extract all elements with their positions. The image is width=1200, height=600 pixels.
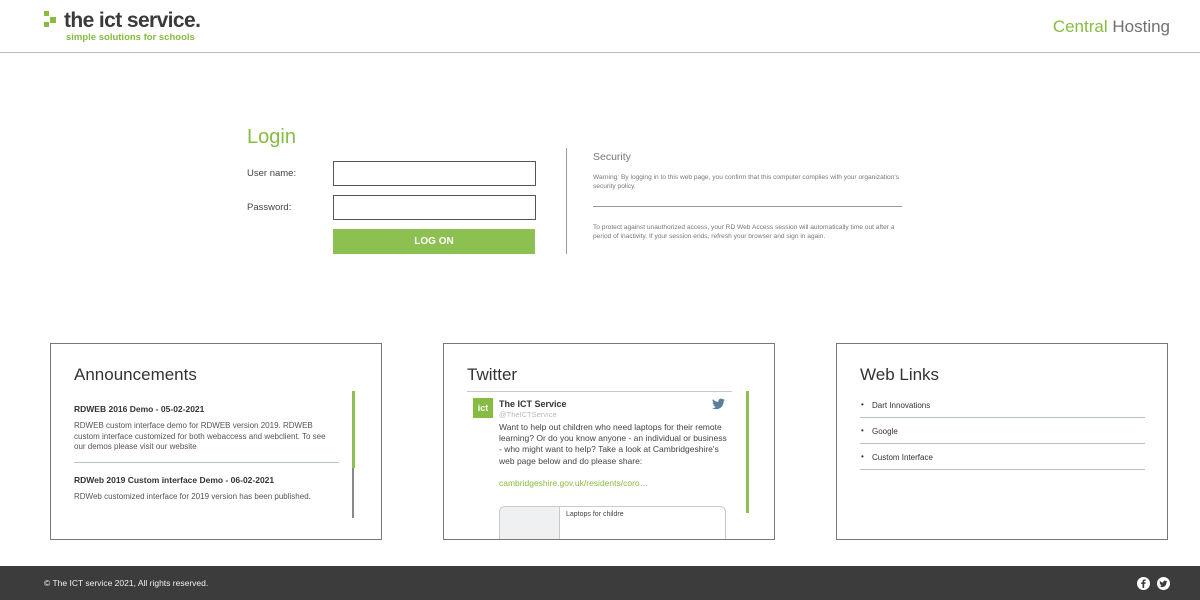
weblink-custom-interface[interactable]: • Custom Interface [860, 444, 1145, 470]
bullet-icon: • [861, 400, 864, 409]
password-input[interactable] [333, 195, 536, 220]
announcements-scrollbar-track[interactable] [352, 468, 354, 518]
site-footer: © The ICT service 2021, All rights reser… [0, 566, 1200, 600]
card-thumbnail [500, 507, 560, 539]
security-divider [593, 206, 902, 207]
announcement-separator [74, 462, 339, 463]
announcements-scrollbar-thumb[interactable] [352, 391, 355, 468]
twitter-panel: Twitter ict The ICT Service @TheICTServi… [443, 343, 775, 540]
facebook-icon[interactable] [1137, 577, 1150, 590]
weblinks-panel: Web Links • Dart Innovations • Google • … [836, 343, 1168, 540]
announcement-heading: RDWEB 2016 Demo - 05-02-2021 [74, 404, 205, 414]
bullet-icon: • [861, 426, 864, 435]
card-title: Laptops for childre [566, 511, 624, 518]
password-label: Password: [247, 202, 292, 213]
footer-copyright: © The ICT service 2021, All rights reser… [44, 578, 209, 588]
username-label: User name: [247, 168, 297, 179]
session-timeout-text: To protect against unauthorized access, … [593, 224, 895, 240]
announcements-title: Announcements [74, 365, 197, 384]
announcement-heading: RDWeb 2019 Custom interface Demo - 06-02… [74, 475, 275, 485]
login-title: Login [247, 126, 296, 148]
twitter-feed-top-border [467, 391, 732, 392]
twitter-scrollbar-thumb[interactable] [746, 391, 749, 513]
announcement-body: RDWEB custom interface demo for RDWEB ve… [74, 421, 326, 451]
tweet-text: Want to help out children who need lapto… [499, 422, 727, 466]
tweet-link[interactable]: cambridgeshire.gov.uk/residents/coro… [499, 478, 648, 488]
announcement-body: RDWeb customized interface for 2019 vers… [74, 492, 311, 501]
logo-squares-icon [44, 11, 62, 29]
weblink-label: Dart Innovations [872, 401, 931, 410]
weblinks-title: Web Links [860, 365, 940, 384]
ict-avatar[interactable]: ict [473, 398, 493, 418]
tweet-account-name[interactable]: The ICT Service [499, 399, 567, 409]
logo-text: the ict service. [64, 9, 201, 32]
twitter-icon[interactable] [1157, 577, 1170, 590]
central-hosting-brand: Central Hosting [1053, 17, 1170, 37]
announcements-panel: Announcements RDWEB 2016 Demo - 05-02-20… [50, 343, 382, 540]
weblink-label: Custom Interface [872, 453, 933, 462]
username-input[interactable] [333, 161, 536, 186]
weblink-google[interactable]: • Google [860, 418, 1145, 444]
twitter-title: Twitter [467, 365, 518, 384]
security-warning-text: Warning: By logging in to this web page,… [593, 174, 899, 190]
security-title: Security [593, 151, 631, 163]
brand-word-central: Central [1052, 17, 1108, 36]
twitter-bird-icon[interactable] [712, 398, 725, 410]
logo-tagline: simple solutions for schools [66, 32, 195, 43]
weblink-dart-innovations[interactable]: • Dart Innovations [860, 392, 1145, 418]
logon-button[interactable]: LOG ON [333, 229, 535, 254]
login-security-divider [566, 148, 567, 254]
bullet-icon: • [861, 452, 864, 461]
tweet-link-card[interactable]: Laptops for childre [499, 506, 726, 539]
site-header: the ict service. simple solutions for sc… [0, 0, 1200, 53]
brand-word-hosting: Hosting [1112, 17, 1170, 36]
weblink-label: Google [872, 427, 898, 436]
tweet-handle[interactable]: @TheICTService [499, 410, 557, 419]
